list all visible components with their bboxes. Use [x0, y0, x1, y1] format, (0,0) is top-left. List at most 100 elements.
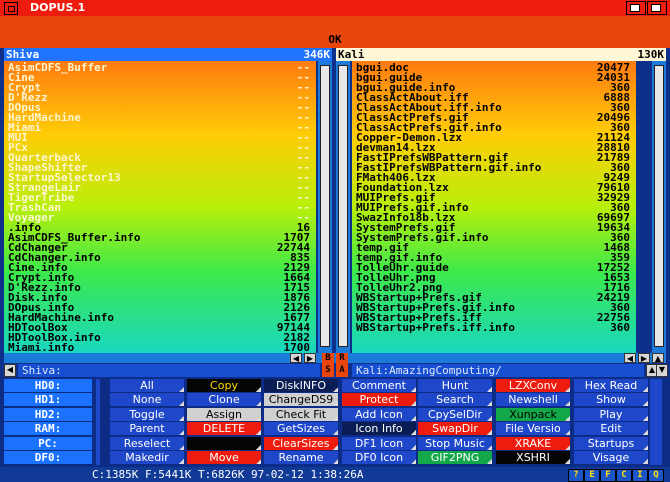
right-file-row[interactable]: temp.gif 1468 — [352, 241, 636, 254]
right-file-row[interactable]: Copper-Demon.lzx 21124 — [352, 131, 636, 144]
left-file-list[interactable]: AsimCDFS_Buffer -- Cine -- Crypt -- D'Rezz -- DO… — [4, 61, 316, 353]
left-file-row[interactable]: .info 16 — [4, 221, 316, 234]
bank-button[interactable]: DiskINFO — [264, 379, 338, 392]
bank-button[interactable]: Add Icon — [342, 407, 416, 421]
left-file-row[interactable]: Miami.info 1700 — [4, 341, 316, 353]
device-scroll-bar[interactable] — [96, 379, 100, 465]
bank-button[interactable]: CpySelDir — [418, 407, 492, 421]
bank-button[interactable]: Stop Music — [418, 436, 492, 450]
bank-button[interactable]: Edit — [574, 422, 648, 436]
right-file-row[interactable]: FMath406.lzx 9249 — [352, 171, 636, 184]
bank-button[interactable]: DF1 Icon — [342, 436, 416, 450]
status-toggle-button[interactable]: C — [616, 469, 632, 482]
bank-button[interactable]: Xunpack — [496, 407, 570, 421]
right-vertical-scrollbar-left[interactable] — [336, 61, 350, 353]
right-file-row[interactable]: WBStartup+Prefs.gif 24219 — [352, 291, 636, 304]
right-file-row[interactable]: MUIPrefs.gif.info 360 — [352, 201, 636, 214]
left-file-row[interactable]: Cine -- — [4, 71, 316, 84]
right-path-down-arrow-icon[interactable]: ▼ — [656, 364, 668, 377]
right-file-row[interactable]: WBStartup+Prefs.iff.info 360 — [352, 321, 636, 334]
bank-button[interactable]: Move — [187, 451, 261, 464]
right-path-bar[interactable]: Kali:AmazingComputing/ — [352, 364, 644, 377]
ok-bar[interactable]: OK — [0, 32, 670, 48]
bank-button[interactable]: DF0 Icon — [342, 451, 416, 464]
left-file-row[interactable]: HardMachine.info 1677 — [4, 311, 316, 324]
status-toggle-button[interactable]: E — [584, 469, 600, 482]
device-button[interactable]: HD2: — [4, 407, 92, 422]
right-file-row[interactable]: SystemPrefs.gif 19634 — [352, 221, 636, 234]
left-file-row[interactable]: MUI -- — [4, 131, 316, 144]
right-file-row[interactable]: SystemPrefs.gif.info 360 — [352, 231, 636, 244]
bank-button[interactable]: All — [110, 379, 184, 392]
left-file-row[interactable]: Disk.info 1876 — [4, 291, 316, 304]
right-file-row[interactable]: ClassActPrefs.gif.info 360 — [352, 121, 636, 134]
horizontal-scroll-row[interactable] — [4, 353, 666, 363]
bank-scroll-bar[interactable] — [650, 379, 662, 465]
left-file-row[interactable]: DOpus.info 2126 — [4, 301, 316, 314]
right-file-row[interactable]: bgui.guide.info 360 — [352, 81, 636, 94]
bank-button[interactable]: Newshell — [496, 393, 570, 407]
status-toggle-button[interactable]: Q — [648, 469, 664, 482]
buffer-tag-a[interactable]: A — [336, 364, 348, 377]
bank-button[interactable]: Search — [418, 393, 492, 407]
bank-button[interactable]: Copy — [187, 379, 261, 392]
device-button[interactable]: PC: — [4, 436, 92, 451]
depth-gadget-icon[interactable] — [647, 1, 667, 15]
right-file-row[interactable]: ClassActAbout.iff.info 360 — [352, 101, 636, 114]
scroll-left-arrow-icon[interactable]: ◀ — [290, 353, 302, 363]
status-toggle-button[interactable]: ? — [568, 469, 584, 482]
right-file-row[interactable]: TolleUhr.guide 17252 — [352, 261, 636, 274]
left-file-row[interactable]: Voyager -- — [4, 211, 316, 224]
left-file-row[interactable]: CdChanger 22744 — [4, 241, 316, 254]
left-file-row[interactable]: TigerTribe -- — [4, 191, 316, 204]
right-lister-header[interactable]: Kali 130K — [336, 48, 666, 61]
device-button[interactable]: HD0: — [4, 379, 92, 393]
bank-button[interactable]: Check Fit — [264, 407, 338, 421]
left-file-row[interactable]: StartupSelector13 -- — [4, 171, 316, 184]
left-file-row[interactable]: D'Rezz -- — [4, 91, 316, 104]
left-file-row[interactable]: CdChanger.info 835 — [4, 251, 316, 264]
right-file-row[interactable]: WBStartup+Prefs.iff 22756 — [352, 311, 636, 324]
status-toggle-button[interactable]: I — [632, 469, 648, 482]
bank-button[interactable]: Startups — [574, 436, 648, 450]
bank-button[interactable]: Comment — [342, 379, 416, 392]
left-file-row[interactable]: DOpus -- — [4, 101, 316, 114]
left-path-arrow-icon[interactable]: ◀ — [4, 364, 16, 377]
right-scroll-up-arrow-icon[interactable]: ▲ — [652, 353, 664, 363]
device-button[interactable]: RAM: — [4, 422, 92, 437]
left-file-row[interactable]: AsimCDFS_Buffer.info 1707 — [4, 231, 316, 244]
bank-button[interactable]: Hex Read — [574, 379, 648, 392]
bank-button[interactable]: Toggle — [110, 407, 184, 421]
bank-button[interactable]: Clone — [187, 393, 261, 407]
bank-button[interactable]: ChangeDS9 — [264, 393, 338, 407]
bank-button[interactable]: Hunt — [418, 379, 492, 392]
left-scroll-knob[interactable] — [320, 65, 330, 347]
device-button[interactable]: DF0: — [4, 451, 92, 465]
right-file-row[interactable]: Foundation.lzx 79610 — [352, 181, 636, 194]
bank-button[interactable]: ClearSizes — [264, 436, 338, 450]
left-file-row[interactable]: ShapeShifter -- — [4, 161, 316, 174]
right-scroll-right-arrow-icon[interactable]: ▶ — [638, 353, 650, 363]
left-file-row[interactable]: StrangeLair -- — [4, 181, 316, 194]
right-file-row[interactable]: WBStartup+Prefs.gif.info 360 — [352, 301, 636, 314]
right-scroll-left-arrow-icon[interactable]: ◀ — [624, 353, 636, 363]
left-file-row[interactable]: D'Rezz.info 1715 — [4, 281, 316, 294]
bank-button[interactable] — [187, 436, 261, 450]
right-file-row[interactable]: FastIPrefsWBPattern.gif.info 360 — [352, 161, 636, 174]
left-file-row[interactable]: Miami -- — [4, 121, 316, 134]
bank-button[interactable]: Assign — [187, 407, 261, 421]
left-file-row[interactable]: HardMachine -- — [4, 111, 316, 124]
right-path-field[interactable]: Kali:AmazingComputing/ — [356, 364, 502, 377]
left-file-row[interactable]: Crypt.info 1664 — [4, 271, 316, 284]
left-file-row[interactable]: Crypt -- — [4, 81, 316, 94]
close-gadget-icon[interactable] — [4, 2, 18, 15]
right-file-row[interactable]: ClassActPrefs.gif 20496 — [352, 111, 636, 124]
buffer-tag-b[interactable]: B — [322, 353, 334, 364]
right-file-row[interactable]: SwazInfo18b.lzx 69697 — [352, 211, 636, 224]
right-file-row[interactable]: temp.gif.info 359 — [352, 251, 636, 264]
right-file-row[interactable]: bgui.guide 24031 — [352, 71, 636, 84]
right-scroll-knob[interactable] — [338, 65, 348, 347]
left-file-row[interactable]: TrashCan -- — [4, 201, 316, 214]
device-button[interactable]: HD1: — [4, 393, 92, 408]
right-file-row[interactable]: TolleUhr.png 1653 — [352, 271, 636, 284]
